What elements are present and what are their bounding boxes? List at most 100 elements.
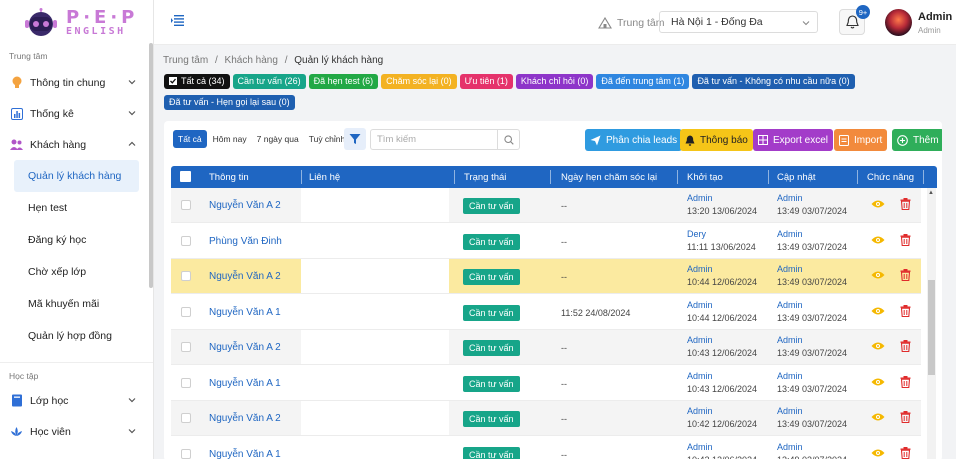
table-row[interactable]: Nguyễn Văn A 2 Cần tư vấn -- Admin 10:43 12/… (171, 330, 921, 365)
distribute-leads-button[interactable]: Phân chia leads (585, 129, 683, 151)
col-created: Khởi tạo (687, 172, 723, 183)
row-checkbox[interactable] (181, 200, 191, 210)
user-name[interactable]: Admin (918, 11, 952, 23)
customer-name[interactable]: Nguyễn Văn A 2 (209, 413, 281, 424)
row-checkbox[interactable] (181, 342, 191, 352)
filter-all[interactable]: Tất cả (173, 130, 207, 148)
sidebar-item-general-info[interactable]: Thông tin chung (0, 67, 153, 98)
search-input[interactable]: Tìm kiếm (370, 129, 520, 150)
eye-icon[interactable] (871, 306, 885, 319)
trash-icon[interactable] (900, 375, 911, 391)
sidebar-item-students[interactable]: Học viên (0, 416, 153, 447)
table-row[interactable]: Nguyễn Văn A 2 Cần tư vấn -- Admin 10:44 12/… (171, 259, 921, 294)
import-button[interactable]: Import (834, 129, 888, 151)
trash-icon[interactable] (900, 340, 911, 355)
breadcrumb-center[interactable]: Trung tâm (163, 55, 208, 66)
trash-icon[interactable] (900, 304, 911, 320)
customer-name[interactable]: Nguyễn Văn A 2 (209, 342, 281, 353)
status-tag[interactable]: Đã đến trung tâm (1) (596, 74, 690, 89)
row-checkbox[interactable] (181, 377, 191, 388)
eye-icon[interactable] (871, 341, 885, 354)
customer-name[interactable]: Phùng Văn Đinh (209, 236, 282, 247)
logo[interactable]: P·E·P ENGLISH (0, 0, 153, 45)
sidebar-sub-promo-code[interactable]: Mã khuyến mãi (0, 288, 153, 320)
trash-icon[interactable] (900, 269, 911, 284)
import-label: Import (854, 134, 883, 146)
avatar[interactable] (885, 9, 912, 36)
table-row[interactable]: Nguyễn Văn A 1 Cần tư vấn -- Admin 10:43 12/… (171, 365, 921, 401)
trash-icon[interactable] (900, 446, 911, 459)
sidebar-sub-waiting-class[interactable]: Chờ xếp lớp (0, 256, 153, 288)
chevron-down-icon (128, 398, 136, 403)
sidebar-sub-customer-management[interactable]: Quản lý khách hàng (14, 160, 139, 192)
plus-circle-icon (897, 134, 908, 146)
sidebar-item-customers[interactable]: Khách hàng (0, 129, 153, 160)
sidebar-scrollbar[interactable] (149, 43, 153, 288)
trash-icon[interactable] (900, 198, 911, 213)
col-separator (923, 170, 924, 184)
status-tag[interactable]: Tất cả (34) (164, 74, 230, 89)
select-all-checkbox[interactable] (180, 171, 191, 182)
status-tag[interactable]: Đã tư vấn - Hẹn gọi lại sau (0) (164, 95, 295, 110)
sidebar-sub-test-appointment[interactable]: Hẹn test (0, 192, 153, 224)
sidebar-sub-enrollment[interactable]: Đăng ký học (0, 224, 153, 256)
row-checkbox[interactable] (181, 448, 191, 459)
table-row[interactable]: Nguyễn Văn A 1 Cần tư vấn 11:52 24/08/2024… (171, 294, 921, 330)
status-tag-label: Cần tư vấn (26) (237, 76, 301, 86)
scroll-up-icon[interactable]: ▲ (928, 190, 934, 196)
trash-icon[interactable] (900, 233, 911, 249)
chart-icon (10, 107, 23, 120)
table-row[interactable]: Nguyễn Văn A 1 Cần tư vấn -- Admin 10:42 12/… (171, 436, 921, 459)
eye-icon[interactable] (871, 199, 885, 212)
add-button[interactable]: Thêm (892, 129, 942, 151)
contact-cell (301, 188, 449, 222)
sidebar-item-classes[interactable]: Lớp học (0, 385, 153, 416)
menu-toggle-icon[interactable] (171, 15, 184, 29)
table-row[interactable]: Phùng Văn Đinh Cần tư vấn -- Dery 11:11 13/0… (171, 223, 921, 259)
table-row[interactable]: Nguyễn Văn A 2 Cần tư vấn -- Admin 13:20 13/… (171, 188, 921, 223)
status-tag[interactable]: Cần tư vấn (26) (232, 74, 306, 89)
updated-by: Admin (777, 335, 803, 345)
eye-icon[interactable] (871, 235, 885, 248)
center-label-text: Trung tâm (617, 17, 665, 29)
created-by: Dery (687, 228, 707, 239)
created-at: 10:44 12/06/2024 (687, 312, 758, 323)
customer-name[interactable]: Nguyễn Văn A 1 (209, 307, 281, 318)
center-select[interactable]: Hà Nội 1 - Đống Đa (659, 11, 818, 33)
eye-icon[interactable] (871, 377, 885, 390)
row-checkbox[interactable] (181, 413, 191, 423)
eye-icon[interactable] (871, 270, 885, 283)
status-tag[interactable]: Khách chỉ hỏi (0) (515, 74, 594, 89)
customer-name[interactable]: Nguyễn Văn A 1 (209, 449, 281, 459)
eye-icon[interactable] (871, 412, 885, 425)
customer-name[interactable]: Nguyễn Văn A 2 (209, 271, 281, 282)
sidebar-sub-contracts[interactable]: Quản lý hợp đồng (0, 320, 153, 352)
notify-button[interactable]: Thông báo (680, 129, 753, 151)
filter-custom[interactable]: Tuỳ chỉnh (305, 130, 350, 148)
sidebar-section-center: Trung tâm (9, 51, 48, 61)
trash-icon[interactable] (900, 411, 911, 426)
appointment-date: 11:52 24/08/2024 (561, 307, 631, 318)
sidebar-item-statistics[interactable]: Thống kê (0, 98, 153, 129)
table-row[interactable]: Nguyễn Văn A 2 Cần tư vấn -- Admin 10:42 12/… (171, 401, 921, 436)
status-tag[interactable]: Chăm sóc lại (0) (381, 74, 457, 89)
funnel-icon (349, 134, 361, 144)
customer-name[interactable]: Nguyễn Văn A 2 (209, 200, 281, 211)
export-excel-button[interactable]: Export excel (753, 129, 834, 151)
search-button[interactable] (497, 130, 519, 149)
row-checkbox[interactable] (181, 306, 191, 317)
status-tag[interactable]: Đã tư vấn - Không có nhu cầu nữa (0) (692, 74, 855, 89)
status-tag[interactable]: Đã hẹn test (6) (308, 74, 379, 89)
eye-icon[interactable] (871, 448, 885, 459)
filter-7days[interactable]: 7 ngày qua (253, 130, 303, 148)
filter-today[interactable]: Hôm nay (209, 130, 251, 148)
row-checkbox[interactable] (181, 271, 191, 281)
status-tag[interactable]: Ưu tiên (1) (459, 74, 513, 89)
scroll-thumb[interactable] (928, 280, 935, 375)
table-scrollbar[interactable]: ▲ (927, 188, 936, 459)
filter-button[interactable] (344, 128, 366, 150)
brand-line1: P·E·P (66, 6, 139, 28)
customer-name[interactable]: Nguyễn Văn A 1 (209, 378, 281, 389)
row-checkbox[interactable] (181, 235, 191, 246)
breadcrumb-customers[interactable]: Khách hàng (225, 55, 278, 66)
